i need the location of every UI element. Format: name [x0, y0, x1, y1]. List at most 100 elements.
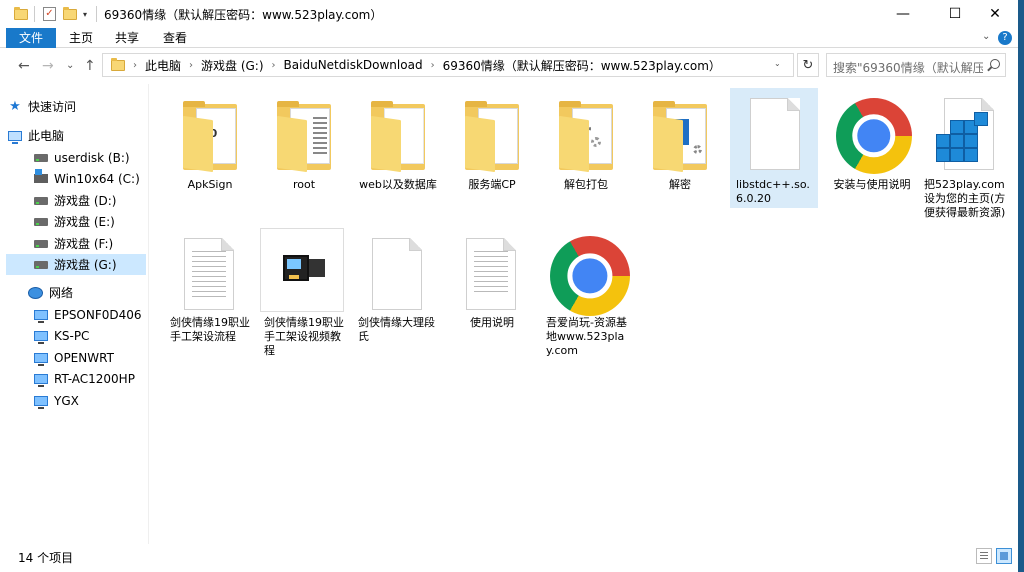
search-input[interactable]: 搜索"69360情缘（默认解压...	[833, 59, 983, 76]
file-item-libstdc[interactable]: libstdc++.so.6.0.20	[730, 88, 818, 208]
forward-button[interactable]: →	[42, 58, 54, 74]
file-name: root	[292, 178, 316, 191]
sidebar-item-label: RT-AC1200HP	[54, 371, 135, 386]
recent-locations-icon[interactable]: ⌄	[66, 58, 74, 74]
tab-file[interactable]: 文件	[6, 28, 56, 48]
tab-view[interactable]: 查看	[156, 28, 194, 48]
navigation-bar: ← → ⌄ ↑ › 此电脑 › 游戏盘 (G:) › BaiduNetdiskD…	[0, 48, 1018, 84]
quick-access-dropdown-icon[interactable]: ▾	[83, 6, 87, 22]
folder-icon	[554, 96, 614, 176]
file-name: 吾爱尚玩-资源基地www.523play.com	[546, 316, 627, 357]
monitor-icon	[34, 309, 48, 323]
monitor-icon	[34, 373, 48, 387]
sidebar-item-label: 游戏盘 (E:)	[54, 215, 115, 229]
desktop-edge	[1018, 0, 1024, 572]
pane-divider[interactable]	[148, 84, 149, 544]
sidebar-item-network[interactable]: 网络	[28, 282, 146, 303]
toolbar-divider	[34, 6, 35, 22]
file-item-decrypt[interactable]: 解密	[634, 88, 722, 226]
sidebar-item-this-pc[interactable]: 此电脑	[8, 125, 146, 146]
search-icon[interactable]	[990, 59, 1000, 69]
navigation-pane: ★ 快速访问 此电脑 userdisk (B:) Win10x64 (C:) 游…	[0, 84, 148, 544]
explorer-window: ✓ ▾ 69360情缘（默认解压密码：www.523play.com） — ☐ …	[0, 0, 1018, 572]
sidebar-item-ygx[interactable]: YGX	[34, 390, 146, 411]
address-dropdown-icon[interactable]: ⌄	[774, 59, 781, 68]
breadcrumb-drive-g[interactable]: 游戏盘 (G:)	[201, 57, 264, 74]
drive-icon	[34, 260, 48, 269]
file-name: libstdc++.so.6.0.20	[736, 178, 810, 205]
help-icon[interactable]: ?	[998, 31, 1012, 45]
sidebar-item-label: KS-PC	[54, 328, 90, 343]
address-bar[interactable]: › 此电脑 › 游戏盘 (G:) › BaiduNetdiskDownload …	[102, 53, 794, 77]
tab-share[interactable]: 共享	[108, 28, 146, 48]
sidebar-item-rt-ac1200hp[interactable]: RT-AC1200HP	[34, 368, 146, 389]
drive-icon	[34, 196, 48, 205]
sidebar-item-epsonf0d406[interactable]: EPSONF0D406	[34, 304, 146, 325]
tab-home[interactable]: 主页	[62, 28, 100, 48]
sidebar-item-label: YGX	[54, 393, 79, 408]
sidebar-item-drive-b[interactable]: userdisk (B:)	[34, 147, 146, 168]
breadcrumb-separator[interactable]: ›	[272, 60, 276, 71]
file-item-523play-link[interactable]: 吾爱尚玩-资源基地www.523play.com	[540, 226, 630, 376]
sidebar-item-drive-g[interactable]: 游戏盘 (G:)	[6, 254, 146, 275]
file-item-unpack-pack[interactable]: 解包打包	[540, 88, 628, 226]
file-item-root[interactable]: root	[258, 88, 346, 226]
sidebar-item-label: 游戏盘 (D:)	[54, 194, 117, 208]
registry-icon	[934, 96, 994, 176]
breadcrumb-current-folder[interactable]: 69360情缘（默认解压密码：www.523play.com）	[443, 57, 721, 74]
status-bar: 14 个项目	[0, 544, 1018, 572]
file-name: 剑侠情缘19职业手工架设视频教程	[264, 316, 344, 357]
large-icons-view-button[interactable]	[996, 548, 1012, 564]
text-document-icon	[460, 234, 520, 314]
sidebar-item-label: EPSONF0D406	[54, 307, 142, 322]
windows-drive-icon	[34, 169, 48, 183]
file-item-install-guide[interactable]: 安装与使用说明	[826, 88, 914, 226]
breadcrumb-baidunetdisk[interactable]: BaiduNetdiskDownload	[284, 58, 423, 72]
new-folder-icon[interactable]	[63, 6, 77, 22]
minimize-button[interactable]: —	[880, 0, 926, 28]
sidebar-item-drive-e[interactable]: 游戏盘 (E:)	[34, 211, 146, 232]
sidebar-item-ks-pc[interactable]: KS-PC	[34, 325, 146, 346]
back-button[interactable]: ←	[18, 58, 30, 74]
folder-icon	[14, 6, 28, 22]
folder-icon	[648, 96, 708, 176]
sidebar-item-drive-c[interactable]: Win10x64 (C:)	[34, 168, 146, 189]
expand-ribbon-icon[interactable]: ⌄	[982, 31, 990, 42]
monitor-icon	[34, 330, 48, 344]
sidebar-item-drive-f[interactable]: 游戏盘 (F:)	[34, 233, 146, 254]
drive-icon	[34, 153, 48, 162]
file-item-dali-duan[interactable]: 剑侠情缘大理段氏	[352, 226, 440, 364]
breadcrumb-separator[interactable]: ›	[189, 60, 193, 71]
file-item-apksign[interactable]: 00 W ApkSign	[164, 88, 252, 226]
video-file-icon	[260, 228, 344, 312]
file-item-video-tutorial[interactable]: 剑侠情缘19职业手工架设视频教程	[258, 226, 346, 364]
sidebar-item-quick-access[interactable]: ★ 快速访问	[8, 96, 146, 117]
folder-icon: 00 W	[178, 96, 238, 176]
drive-icon	[34, 217, 48, 226]
file-item-instructions[interactable]: 使用说明	[446, 226, 534, 364]
text-document-icon	[178, 234, 238, 314]
computer-icon	[8, 130, 22, 144]
file-item-server-cp[interactable]: 服务端CP	[446, 88, 534, 226]
sidebar-item-label: OPENWRT	[54, 350, 114, 365]
sidebar-item-openwrt[interactable]: OPENWRT	[34, 347, 146, 368]
file-item-set-homepage[interactable]: 把523play.com设为您的主页(方便获得最新资源)	[920, 88, 1014, 226]
file-name: 剑侠情缘19职业手工架设流程	[170, 316, 250, 343]
folder-icon	[272, 96, 332, 176]
sidebar-item-drive-d[interactable]: 游戏盘 (D:)	[34, 190, 146, 211]
file-name: 解包打包	[564, 178, 608, 191]
sidebar-item-label: 游戏盘 (G:)	[54, 258, 117, 272]
sidebar-item-label: 此电脑	[28, 129, 65, 143]
close-button[interactable]: ✕	[972, 0, 1018, 28]
breadcrumb-separator[interactable]: ›	[431, 60, 435, 71]
folder-icon	[366, 96, 426, 176]
search-box[interactable]: 搜索"69360情缘（默认解压...	[826, 53, 1006, 77]
breadcrumb-this-pc[interactable]: 此电脑	[145, 57, 181, 74]
title-bar: ✓ ▾ 69360情缘（默认解压密码：www.523play.com） — ☐ …	[0, 0, 1018, 28]
file-item-web-database[interactable]: web以及数据库	[352, 88, 440, 226]
properties-icon[interactable]: ✓	[43, 6, 56, 22]
file-item-setup-process[interactable]: 剑侠情缘19职业手工架设流程	[164, 226, 252, 364]
up-button[interactable]: ↑	[84, 58, 96, 74]
details-view-button[interactable]	[976, 548, 992, 564]
refresh-button[interactable]: ↻	[797, 53, 819, 77]
